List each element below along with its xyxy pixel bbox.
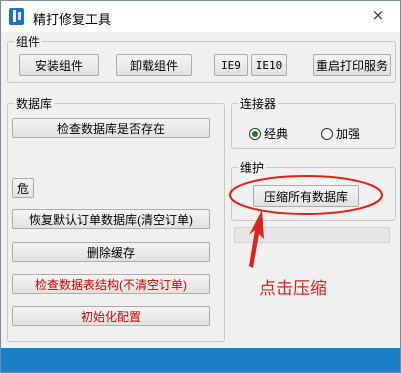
radio-enhanced-label: 加强	[336, 127, 361, 141]
radio-classic-label: 经典	[264, 127, 289, 141]
restart-print-service-button[interactable]: 重启打印服务	[313, 54, 391, 76]
window-title: 精打修复工具	[33, 13, 112, 28]
progress-bar	[234, 227, 390, 243]
annotation-text: 点击压缩	[259, 279, 327, 299]
components-legend: 组件	[16, 35, 41, 49]
ie9-button[interactable]: IE9	[214, 54, 248, 76]
radio-classic-dot[interactable]	[249, 127, 261, 140]
radio-classic[interactable]: 经典	[249, 125, 288, 142]
danger-button[interactable]: 危	[12, 178, 34, 198]
app-icon	[9, 8, 24, 25]
radio-enhanced[interactable]: 加强	[321, 125, 360, 142]
uninstall-components-button[interactable]: 卸载组件	[116, 54, 192, 76]
check-database-exists-button[interactable]: 检查数据库是否存在	[12, 118, 210, 138]
close-button[interactable]: ×	[365, 4, 391, 26]
radio-enhanced-dot[interactable]	[321, 127, 333, 140]
connector-legend: 连接器	[240, 97, 277, 111]
initialize-config-button[interactable]: 初始化配置	[12, 306, 210, 326]
ie10-button[interactable]: IE10	[251, 54, 287, 76]
title-bar[interactable]: 精打修复工具 ×	[1, 1, 400, 32]
restore-default-database-button[interactable]: 恢复默认订单数据库(清空订单)	[12, 209, 210, 229]
install-components-button[interactable]: 安装组件	[19, 54, 99, 76]
maintenance-legend: 维护	[240, 161, 265, 175]
check-table-structure-button[interactable]: 检查数据表结构(不清空订单)	[12, 274, 210, 294]
compress-all-databases-button[interactable]: 压缩所有数据库	[253, 185, 359, 207]
delete-cache-button[interactable]: 删除缓存	[12, 242, 210, 262]
status-bar	[1, 348, 400, 372]
database-legend: 数据库	[16, 97, 53, 111]
app-window: 精打修复工具 × 组件 安装组件 卸载组件 IE9 IE10 重启打印服务 数据…	[0, 0, 401, 373]
